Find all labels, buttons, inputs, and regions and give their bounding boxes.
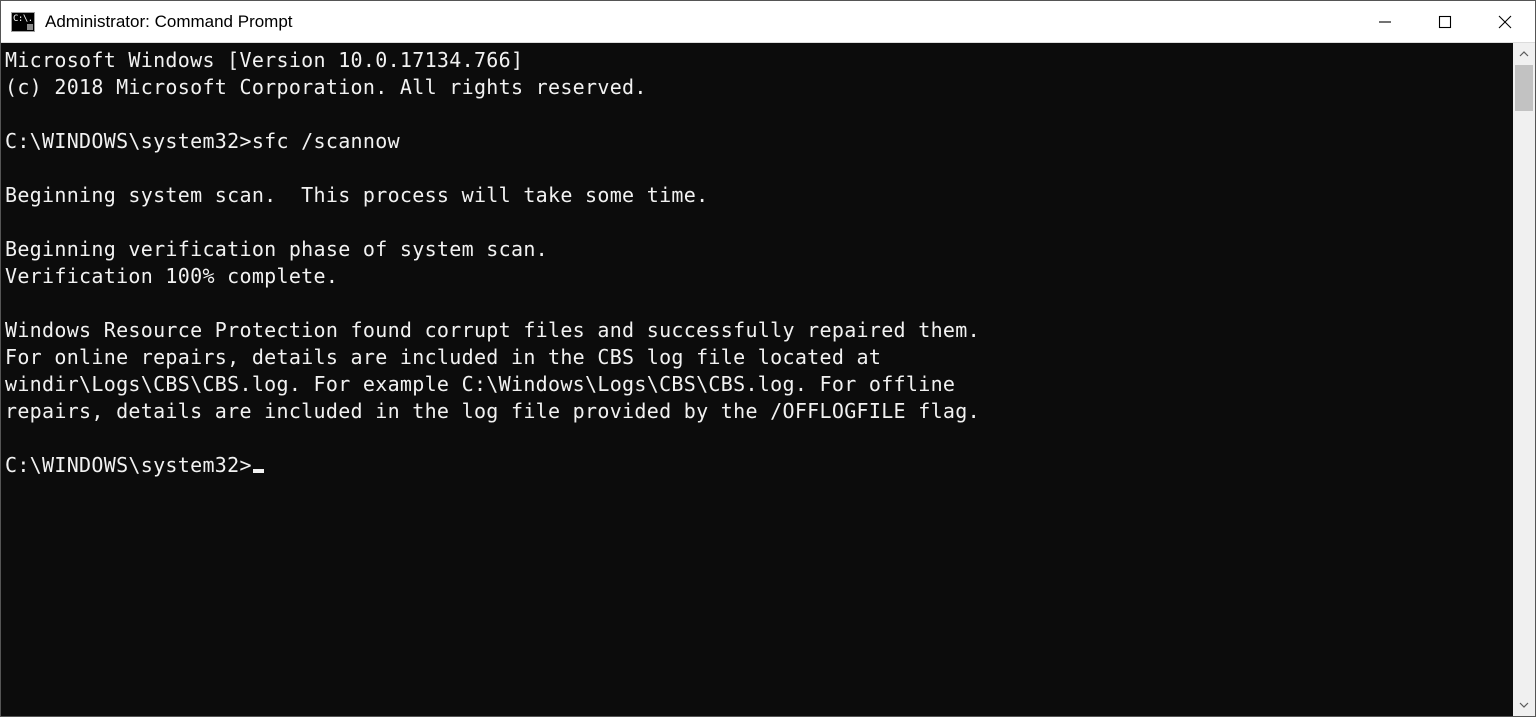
command-prompt-window: C:\. Administrator: Command Prompt Micro…: [0, 0, 1536, 717]
titlebar[interactable]: C:\. Administrator: Command Prompt: [1, 1, 1535, 43]
window-controls: [1355, 1, 1535, 42]
scroll-up-button[interactable]: [1513, 43, 1535, 65]
text-cursor: [253, 469, 264, 473]
console-output[interactable]: Microsoft Windows [Version 10.0.17134.76…: [1, 43, 1513, 716]
close-button[interactable]: [1475, 1, 1535, 42]
minimize-button[interactable]: [1355, 1, 1415, 42]
console-lines: Microsoft Windows [Version 10.0.17134.76…: [5, 48, 980, 423]
client-area: Microsoft Windows [Version 10.0.17134.76…: [1, 43, 1535, 716]
scrollbar-thumb[interactable]: [1515, 65, 1533, 111]
window-title: Administrator: Command Prompt: [45, 12, 293, 32]
vertical-scrollbar[interactable]: [1513, 43, 1535, 716]
scroll-down-button[interactable]: [1513, 694, 1535, 716]
maximize-button[interactable]: [1415, 1, 1475, 42]
cmd-icon: C:\.: [11, 12, 35, 32]
console-prompt: C:\WINDOWS\system32>: [5, 453, 252, 477]
